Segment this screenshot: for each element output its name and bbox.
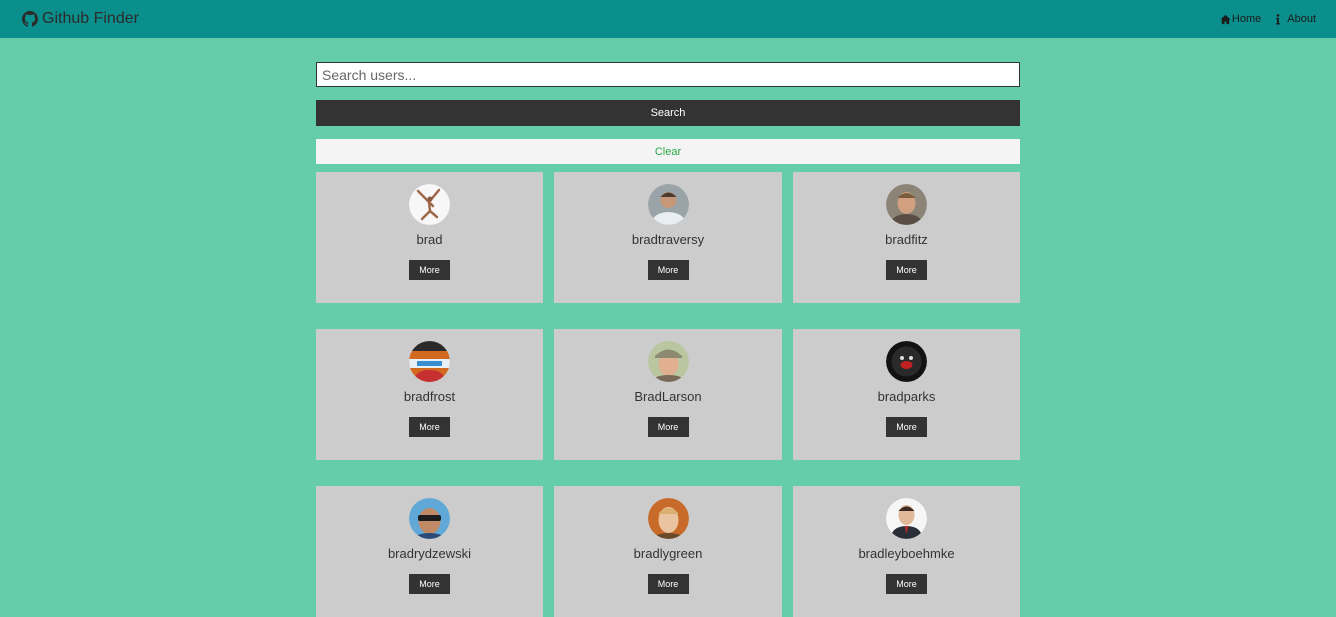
nav-link-home[interactable]: Home: [1220, 13, 1261, 25]
search-input[interactable]: [316, 62, 1020, 87]
avatar: [886, 498, 927, 539]
more-button[interactable]: More: [647, 260, 689, 280]
user-card: bradlygreen More: [554, 486, 782, 617]
more-button[interactable]: More: [409, 417, 450, 437]
nav-link-about-label: About: [1287, 13, 1316, 25]
brand-title: Github Finder: [42, 10, 139, 27]
avatar: [647, 341, 689, 382]
clear-button[interactable]: Clear: [316, 139, 1020, 164]
brand[interactable]: Github Finder: [22, 10, 139, 28]
user-login: bradrydzewski: [387, 546, 472, 561]
info-icon: [1275, 13, 1286, 25]
user-card: bradfitz More: [793, 172, 1020, 303]
more-button[interactable]: More: [886, 260, 927, 280]
user-login: bradtraversy: [631, 232, 705, 247]
more-button[interactable]: More: [886, 574, 927, 594]
nav-link-about[interactable]: About: [1275, 13, 1316, 25]
more-button[interactable]: More: [409, 574, 450, 594]
user-card: bradparks More: [793, 329, 1020, 460]
avatar: [409, 184, 450, 225]
more-button[interactable]: More: [647, 574, 689, 594]
user-login: bradleyboehmke: [858, 546, 955, 561]
user-login: bradfrost: [403, 389, 456, 404]
user-card: brad More: [316, 172, 543, 303]
user-card: bradrydzewski More: [316, 486, 543, 617]
avatar: [409, 341, 450, 382]
user-login: BradLarson: [634, 389, 702, 404]
search-button[interactable]: Search: [316, 100, 1020, 126]
github-icon: [22, 11, 38, 27]
main-container: Search Clear brad More bradtraversy: [316, 62, 1020, 617]
user-login: bradfitz: [885, 232, 928, 247]
avatar: [647, 498, 689, 539]
user-card: BradLarson More: [554, 329, 782, 460]
home-icon: [1220, 14, 1231, 25]
user-card: bradtraversy More: [554, 172, 782, 303]
user-login: bradlygreen: [633, 546, 703, 561]
user-login: bradparks: [877, 389, 936, 404]
avatar: [886, 341, 927, 382]
user-card: bradfrost More: [316, 329, 543, 460]
avatar: [647, 184, 689, 225]
nav-link-home-label: Home: [1231, 13, 1262, 25]
avatar: [409, 498, 450, 539]
more-button[interactable]: More: [409, 260, 450, 280]
more-button[interactable]: More: [886, 417, 927, 437]
search-form: Search: [316, 62, 1020, 126]
nav-links: Home About: [1206, 13, 1316, 25]
navbar: Github Finder Home About: [0, 0, 1336, 38]
avatar: [886, 184, 927, 225]
users-grid: brad More bradtraversy More bradfitz Mor…: [316, 172, 1020, 617]
user-card: bradleyboehmke More: [793, 486, 1020, 617]
user-login: brad: [416, 232, 443, 247]
more-button[interactable]: More: [647, 417, 689, 437]
